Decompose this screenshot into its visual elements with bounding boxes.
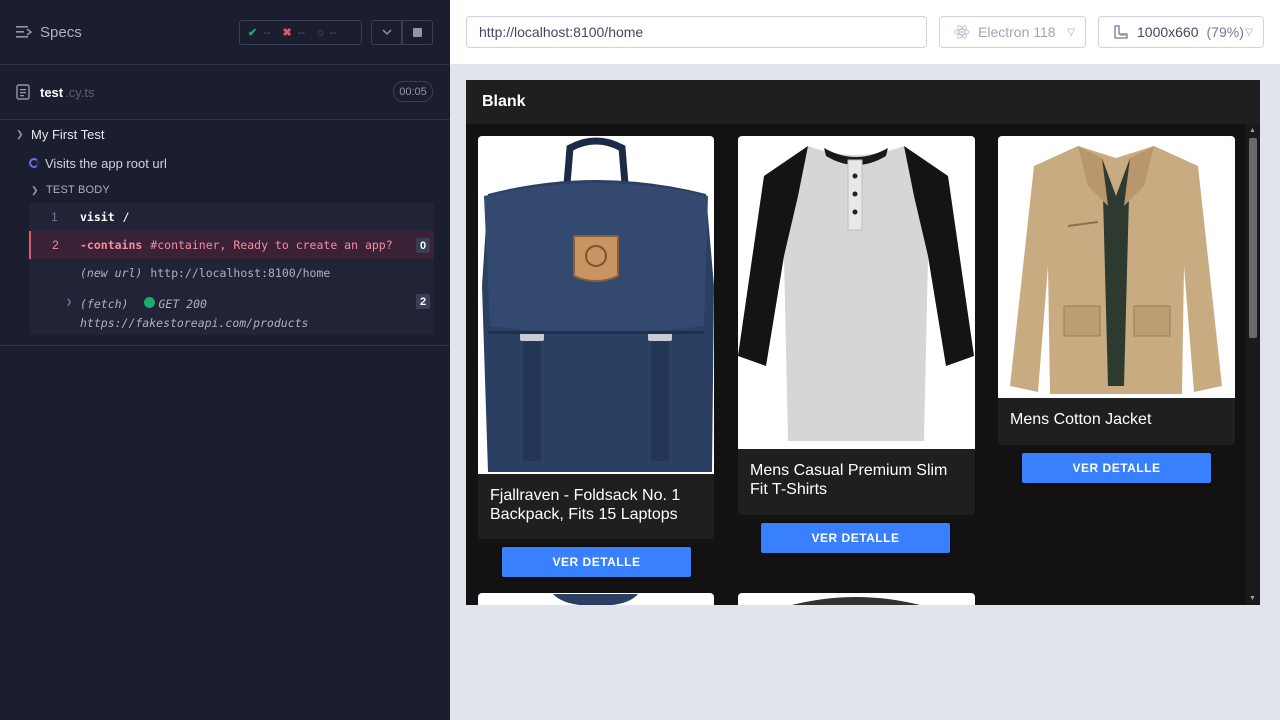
test-stats: ✔ -- ✖ -- ◌ -- [239,20,362,45]
product-card[interactable]: Fjallraven - Foldsack No. 1 Backpack, Fi… [478,136,714,539]
viewport-zoom: (79%) [1206,24,1244,40]
product-title: Fjallraven - Foldsack No. 1 Backpack, Fi… [490,487,681,524]
app-header-title: Blank [482,93,526,110]
chevron-down-icon: ❯ [16,128,24,139]
fetch-url: https://fakestoreapi.com/products [80,316,309,330]
element-count-badge: 0 [416,238,430,253]
app-under-test-frame: Blank Fjallraven - Foldsack No. 1 Backpa… [466,80,1260,605]
product-image [478,136,714,474]
jacket-image [1010,146,1222,394]
ver-detalle-button[interactable]: VER DETALLE [761,523,950,553]
product-card[interactable] [738,593,975,605]
command-name: (fetch) [80,297,129,311]
stop-icon [413,28,422,37]
spec-file-ext: .cy.ts [65,84,95,100]
backpack-image [482,137,714,472]
request-count-badge: 2 [416,294,430,309]
electron-icon [954,25,970,39]
browser-name: Electron 118 [978,24,1056,40]
specs-list-icon[interactable] [16,25,32,39]
command-contains[interactable]: 2 -contains #container, Ready to create … [29,231,434,259]
command-log-panel: Specs ✔ -- ✖ -- ◌ -- test .cy.ts 00:05 ❯ [0,0,450,720]
failed-count: -- [297,26,306,39]
viewport-size: 1000x660 [1137,24,1199,40]
ver-detalle-button[interactable]: VER DETALLE [502,547,691,577]
fetch-method-status: GET 200 [158,297,207,311]
suite-title-row[interactable]: ❯ My First Test [0,120,450,148]
product-card[interactable] [478,593,714,605]
pending-count: -- [329,26,337,39]
command-new-url[interactable]: (new url) http://localhost:8100/home [29,259,434,287]
passed-count: -- [263,26,271,39]
chevron-down-icon [381,29,392,36]
running-spinner-icon [29,158,39,168]
document-icon [16,84,30,100]
product-card[interactable]: Mens Casual Premium Slim Fit T-Shirts [738,136,975,515]
specs-header: Specs ✔ -- ✖ -- ◌ -- [0,0,450,65]
chevron-right-icon[interactable]: ❯ [66,297,72,308]
command-number: 2 [52,238,59,252]
scroll-down-arrow-icon[interactable]: ▼ [1249,595,1256,602]
toggle-auto-scroll-button[interactable] [371,20,402,45]
url-input[interactable] [466,16,927,48]
ruler-icon [1114,25,1128,39]
product-image [998,136,1235,398]
browser-selector[interactable]: Electron 118 ▽ [939,16,1086,48]
test-title-row[interactable]: Visits the app root url [0,148,450,178]
chevron-down-icon: ▽ [1067,27,1075,38]
app-scrollbar[interactable]: ▲ ▼ [1246,124,1260,605]
spec-file-name: test [40,84,64,100]
command-visit[interactable]: 1 visit / [29,203,434,231]
command-message: http://localhost:8100/home [150,266,331,280]
command-fetch[interactable]: ❯ (fetch) GET 200 https://fakestoreapi.c… [29,287,434,335]
command-name: (new url) [80,266,143,280]
test-body-title: TEST BODY [46,184,110,196]
product-image [738,136,975,449]
command-list: 1 visit / 2 -contains #container, Ready … [29,203,434,335]
specs-label[interactable]: Specs [40,24,82,41]
product-image [792,597,920,605]
scroll-up-arrow-icon[interactable]: ▲ [1249,127,1256,134]
suite: ❯ My First Test Visits the app root url … [0,120,450,202]
command-name: visit [80,210,115,224]
stop-button[interactable] [402,20,433,45]
command-message: #container, Ready to create an app? [150,238,393,252]
ver-detalle-button[interactable]: VER DETALLE [1022,453,1211,483]
product-card[interactable]: Mens Cotton Jacket [998,136,1235,445]
test-title: Visits the app root url [45,155,167,171]
pending-circle-icon: ◌ [317,26,324,39]
product-title: Mens Casual Premium Slim Fit T-Shirts [750,462,948,499]
chevron-down-icon: ▽ [1245,27,1253,38]
product-title: Mens Cotton Jacket [1010,411,1152,428]
suite-title: My First Test [31,126,105,142]
failed-x-icon: ✖ [282,27,292,39]
command-message: / [122,210,130,224]
viewport-selector[interactable]: 1000x660 (79%) ▽ [1098,16,1264,48]
test-body-row[interactable]: ❯ TEST BODY [0,178,450,202]
command-name: -contains [80,238,143,252]
command-number: 1 [51,210,58,224]
passed-check-icon: ✔ [248,27,258,39]
product-image [553,594,638,605]
spec-file-row[interactable]: test .cy.ts [0,65,450,120]
scrollbar-thumb[interactable] [1249,138,1257,338]
status-dot-icon [144,297,156,308]
tshirt-image [738,146,974,441]
divider [0,345,450,346]
browser-toolbar: Electron 118 ▽ 1000x660 (79%) ▽ [450,0,1280,64]
app-header: Blank [466,80,1260,124]
chevron-down-icon: ❯ [31,184,39,195]
run-duration: 00:05 [393,81,433,102]
